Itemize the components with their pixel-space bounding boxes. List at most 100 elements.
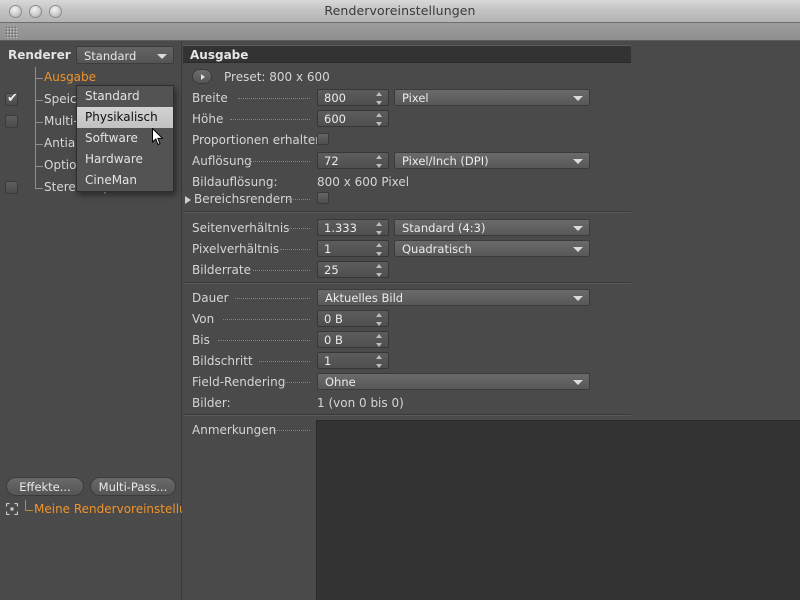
- bis-value: 0 B: [324, 333, 343, 347]
- seitenverhaeltnis-value: 1.333: [324, 221, 357, 235]
- preset-tree-item[interactable]: Meine Rendervoreinstellun: [0, 500, 182, 520]
- bis-input[interactable]: 0 B: [317, 331, 389, 348]
- preset-item-label: Meine Rendervoreinstellun: [34, 502, 182, 516]
- anmerkungen-row: Anmerkungen: [183, 420, 800, 600]
- mouse-cursor-icon: [152, 127, 164, 146]
- aufloesung-stepper[interactable]: [376, 155, 383, 168]
- renderer-row: Renderer Standard: [0, 44, 182, 66]
- hoehe-input[interactable]: 600: [317, 110, 389, 127]
- menu-item-cineman[interactable]: CineMan: [77, 170, 173, 191]
- bereichsrendern-label: Bereichsrendern: [194, 192, 293, 206]
- bilderrate-value: 25: [324, 263, 339, 277]
- chevron-down-icon: [573, 247, 583, 252]
- preset-text: Preset: 800 x 600: [224, 70, 330, 84]
- bilder-label: Bilder:: [192, 396, 231, 410]
- chevron-down-icon: [573, 159, 583, 164]
- seitenverhaeltnis-preset-value: Standard (4:3): [402, 221, 486, 235]
- pixelverhaeltnis-label: Pixelverhältnis: [192, 242, 280, 256]
- expand-triangle-icon[interactable]: [185, 196, 191, 204]
- divider-1: [183, 211, 631, 213]
- chevron-down-icon: [573, 296, 583, 301]
- von-value: 0 B: [324, 312, 343, 326]
- multi-pass-button[interactable]: Multi-Pass...: [90, 477, 176, 496]
- bilder-row: Bilder: 1 (von 0 bis 0): [183, 393, 800, 414]
- pixelverhaeltnis-stepper[interactable]: [376, 243, 383, 256]
- chevron-down-icon: [157, 54, 167, 59]
- breite-unit-select[interactable]: Pixel: [394, 89, 590, 106]
- field-rendering-label: Field-Rendering: [192, 375, 286, 389]
- toolbar-strip: [0, 23, 800, 41]
- bilderrate-stepper[interactable]: [376, 264, 383, 277]
- drag-grip-icon[interactable]: [5, 26, 18, 38]
- seitenverhaeltnis-row: Seitenverhältnis 1.333 Standard (4:3): [183, 218, 800, 239]
- bildaufloesung-label: Bildauflösung:: [192, 175, 278, 189]
- hoehe-label: Höhe: [192, 112, 224, 126]
- tree-checkbox-multipass[interactable]: [5, 115, 18, 128]
- window-body: Renderer Standard Ausgabe Speichern: [0, 41, 800, 600]
- bis-stepper[interactable]: [376, 334, 383, 347]
- crosshair-icon: [5, 502, 19, 516]
- seitenverhaeltnis-preset-select[interactable]: Standard (4:3): [394, 219, 590, 236]
- bilderrate-input[interactable]: 25: [317, 261, 389, 278]
- menu-item-hardware[interactable]: Hardware: [77, 149, 173, 170]
- bilderrate-label: Bilderrate: [192, 263, 251, 277]
- window-title: Rendervoreinstellungen: [324, 3, 476, 18]
- pixelverhaeltnis-input[interactable]: 1: [317, 240, 389, 257]
- preset-row: Preset: 800 x 600: [183, 67, 800, 88]
- menu-item-physikalisch[interactable]: Physikalisch: [77, 107, 173, 128]
- seitenverhaeltnis-stepper[interactable]: [376, 222, 383, 235]
- bereichsrendern-row: Bereichsrendern: [183, 189, 800, 210]
- proportionen-row: Proportionen erhalten: [183, 130, 800, 151]
- bildschritt-label: Bildschritt: [192, 354, 253, 368]
- proportionen-checkbox[interactable]: [317, 133, 329, 145]
- chevron-down-icon: [573, 96, 583, 101]
- chevron-down-icon: [573, 226, 583, 231]
- tree-checkbox-stereoskopie[interactable]: [5, 181, 18, 194]
- breite-unit-value: Pixel: [402, 91, 429, 105]
- von-stepper[interactable]: [376, 313, 383, 326]
- breite-input[interactable]: 800: [317, 89, 389, 106]
- von-input[interactable]: 0 B: [317, 310, 389, 327]
- pixelverhaeltnis-preset-select[interactable]: Quadratisch: [394, 240, 590, 257]
- anmerkungen-textarea[interactable]: [316, 420, 800, 600]
- field-rendering-row: Field-Rendering Ohne: [183, 372, 800, 393]
- proportionen-label: Proportionen erhalten: [192, 133, 323, 147]
- breite-row: Breite 800 Pixel: [183, 88, 800, 109]
- bildschritt-input[interactable]: 1: [317, 352, 389, 369]
- render-settings-window: Rendervoreinstellungen Renderer Standard…: [0, 0, 800, 600]
- menu-item-standard[interactable]: Standard: [77, 86, 173, 107]
- aufloesung-unit-select[interactable]: Pixel/Inch (DPI): [394, 152, 590, 169]
- output-settings-panel: Ausgabe Preset: 800 x 600 Breite 800 Pix…: [183, 41, 800, 600]
- von-row: Von 0 B: [183, 309, 800, 330]
- sidebar-button-row: Effekte... Multi-Pass...: [0, 477, 182, 497]
- effekte-button[interactable]: Effekte...: [6, 477, 84, 496]
- bereichsrendern-checkbox[interactable]: [317, 192, 329, 204]
- bildschritt-value: 1: [324, 354, 332, 368]
- aufloesung-unit-value: Pixel/Inch (DPI): [402, 154, 489, 168]
- breite-stepper[interactable]: [376, 92, 383, 105]
- bildaufloesung-value: 800 x 600 Pixel: [317, 175, 410, 189]
- aufloesung-row: Auflösung 72 Pixel/Inch (DPI): [183, 151, 800, 172]
- breite-label: Breite: [192, 91, 228, 105]
- renderer-label: Renderer: [8, 48, 71, 62]
- preset-expand-button[interactable]: [192, 69, 212, 84]
- bilder-value: 1 (von 0 bis 0): [317, 396, 404, 410]
- bis-label: Bis: [192, 333, 210, 347]
- dauer-select[interactable]: Aktuelles Bild: [317, 289, 590, 306]
- bildschritt-stepper[interactable]: [376, 355, 383, 368]
- hoehe-value: 600: [324, 112, 346, 126]
- aufloesung-input[interactable]: 72: [317, 152, 389, 169]
- tree-checkbox-speichern[interactable]: [5, 91, 18, 107]
- pixelverhaeltnis-row: Pixelverhältnis 1 Quadratisch: [183, 239, 800, 260]
- seitenverhaeltnis-input[interactable]: 1.333: [317, 219, 389, 236]
- aufloesung-label: Auflösung: [192, 154, 252, 168]
- divider-2: [183, 282, 631, 284]
- hoehe-stepper[interactable]: [376, 113, 383, 126]
- bis-row: Bis 0 B: [183, 330, 800, 351]
- dauer-value: Aktuelles Bild: [325, 291, 404, 305]
- renderer-select-value: Standard: [84, 49, 137, 63]
- von-label: Von: [192, 312, 215, 326]
- renderer-select[interactable]: Standard: [76, 46, 174, 64]
- bildschritt-row: Bildschritt 1: [183, 351, 800, 372]
- field-rendering-select[interactable]: Ohne: [317, 373, 590, 390]
